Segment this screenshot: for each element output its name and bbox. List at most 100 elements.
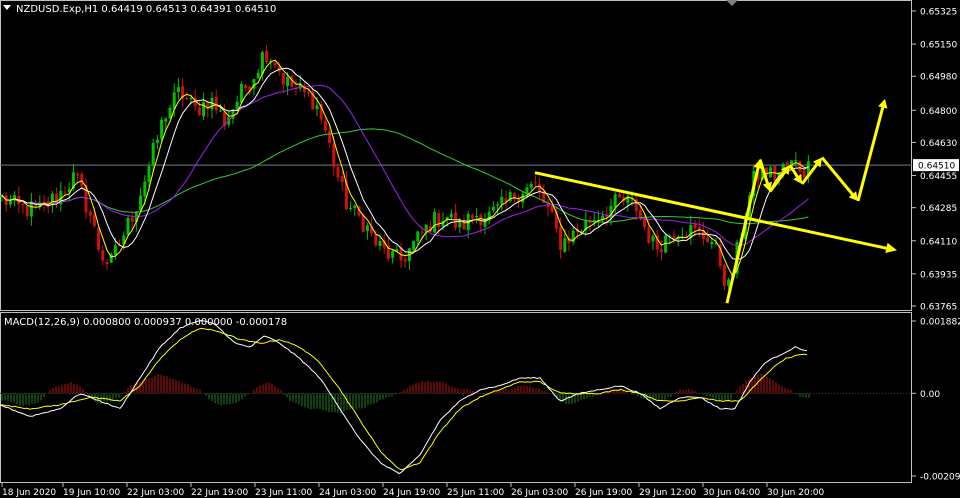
candle-body (256, 72, 260, 79)
candle-body (374, 234, 378, 246)
time-tick-label: 26 Jun 03:00 (511, 488, 568, 498)
time-tick-label: 29 Jun 12:00 (639, 488, 696, 498)
candle-body (25, 206, 29, 217)
candle-body (126, 217, 130, 236)
forecast-arrow-segment (820, 156, 856, 198)
candle-body (794, 160, 798, 162)
time-tick-label: 22 Jun 19:00 (191, 488, 248, 498)
axes: 0.65325 0.65150 0.64980 0.64800 0.64630 0.644… (1, 8, 960, 498)
candle-body (706, 237, 710, 243)
candle-body (798, 161, 802, 172)
main-info-label: NZDUSD.Exp,H1 0.64419 0.64513 0.64391 0.… (16, 4, 276, 15)
candle-body (97, 227, 101, 250)
forecast-arrow-segment (725, 164, 761, 304)
candle-body (286, 77, 290, 87)
candle-body (609, 205, 613, 219)
candle-body (332, 143, 336, 167)
candle-body (50, 193, 54, 206)
candle-body (189, 98, 193, 100)
price-tick-label: 0.64285 (920, 204, 957, 214)
macd-info-label: MACD(12,26,9) 0.000800 0.000937 0.000000… (4, 317, 287, 328)
trading-chart[interactable]: 0.65325 0.65150 0.64980 0.64800 0.64630 0.644… (0, 0, 960, 498)
price-tick-label: 0.63935 (920, 270, 957, 280)
candle-body (307, 91, 311, 93)
candle-body (151, 142, 155, 166)
candle-body (613, 194, 617, 208)
candle-body (168, 107, 172, 119)
candle-body (143, 181, 147, 197)
candle-body (139, 195, 143, 211)
candle-body (559, 226, 563, 250)
candle-body (265, 50, 269, 62)
time-tick-label: 19 Jun 10:00 (63, 488, 120, 498)
price-tick-label: 0.64800 (920, 107, 957, 117)
macd-panel-frame (0, 312, 912, 483)
price-tick-label: 0.65150 (920, 41, 957, 51)
candle-body (88, 211, 92, 216)
candle-body (202, 101, 206, 117)
trendline-arrowhead (885, 242, 897, 254)
price-tick-label: 0.64980 (920, 73, 957, 83)
price-tick-label: 0.64110 (920, 237, 957, 247)
candle-body (21, 203, 25, 206)
candle-body (529, 183, 533, 188)
candle-body (378, 241, 382, 246)
candle-body (160, 119, 164, 139)
candle-body (315, 105, 319, 110)
time-tick-label: 25 Jun 11:00 (447, 488, 504, 498)
candle-body (92, 214, 96, 227)
candle-body (365, 225, 369, 232)
candle-body (323, 120, 327, 131)
time-tick-label: 30 Jun 04:00 (703, 488, 760, 498)
time-tick-label: 18 Jun 2020 (2, 488, 56, 498)
candle-body (491, 206, 495, 211)
candle-body (76, 173, 80, 176)
candle-body (420, 231, 424, 233)
time-tick-label: 22 Jun 03:00 (127, 488, 184, 498)
macd-tick-label: -0.002099 (920, 473, 960, 483)
macd-panel (0, 319, 912, 475)
candle-body (29, 201, 33, 217)
candle-body (412, 240, 416, 250)
ma-long-line (1, 128, 809, 225)
candle-body (328, 130, 332, 144)
forecast-arrow-segment (856, 104, 885, 202)
main-panel-frame (0, 0, 912, 311)
current-price-label: 0.64510 (918, 162, 955, 172)
candle-body (235, 101, 239, 110)
candle-body (710, 242, 714, 245)
chart-svg[interactable]: 0.65325 0.65150 0.64980 0.64800 0.64630 0.644… (0, 0, 960, 498)
candle-body (659, 249, 663, 253)
candle-body (63, 192, 67, 194)
time-tick-label: 24 Jun 19:00 (383, 488, 440, 498)
candle-body (8, 200, 12, 205)
candle-body (533, 182, 537, 184)
candle-body (244, 84, 248, 89)
chart-shift-marker[interactable] (726, 0, 738, 6)
candle-body (437, 213, 441, 227)
candle-body (239, 83, 243, 103)
candle-body (101, 250, 105, 261)
candle-body (391, 250, 395, 258)
candle-body (512, 193, 516, 200)
time-tick-label: 23 Jun 11:00 (255, 488, 312, 498)
candle-body (647, 227, 651, 244)
candle-body (218, 110, 222, 112)
time-tick-label: 24 Jun 03:00 (319, 488, 376, 498)
macd-tick-label: 0.001882 (920, 318, 960, 328)
candle-body (340, 176, 344, 183)
candle-body (281, 73, 285, 85)
candle-body (470, 214, 474, 219)
time-tick-label: 26 Jun 19:00 (575, 488, 632, 498)
symbol-dropdown-icon[interactable] (3, 5, 11, 10)
forecast-arrowhead (878, 98, 888, 109)
macd-tick-label: 0.00 (920, 390, 940, 400)
candle-body (214, 96, 218, 111)
ma-mid-line (1, 67, 809, 260)
candle-body (500, 196, 504, 204)
candle-body (638, 210, 642, 218)
candle-body (113, 245, 117, 255)
candle-body (147, 166, 151, 182)
candle-body (336, 166, 340, 178)
candle-body (496, 204, 500, 206)
